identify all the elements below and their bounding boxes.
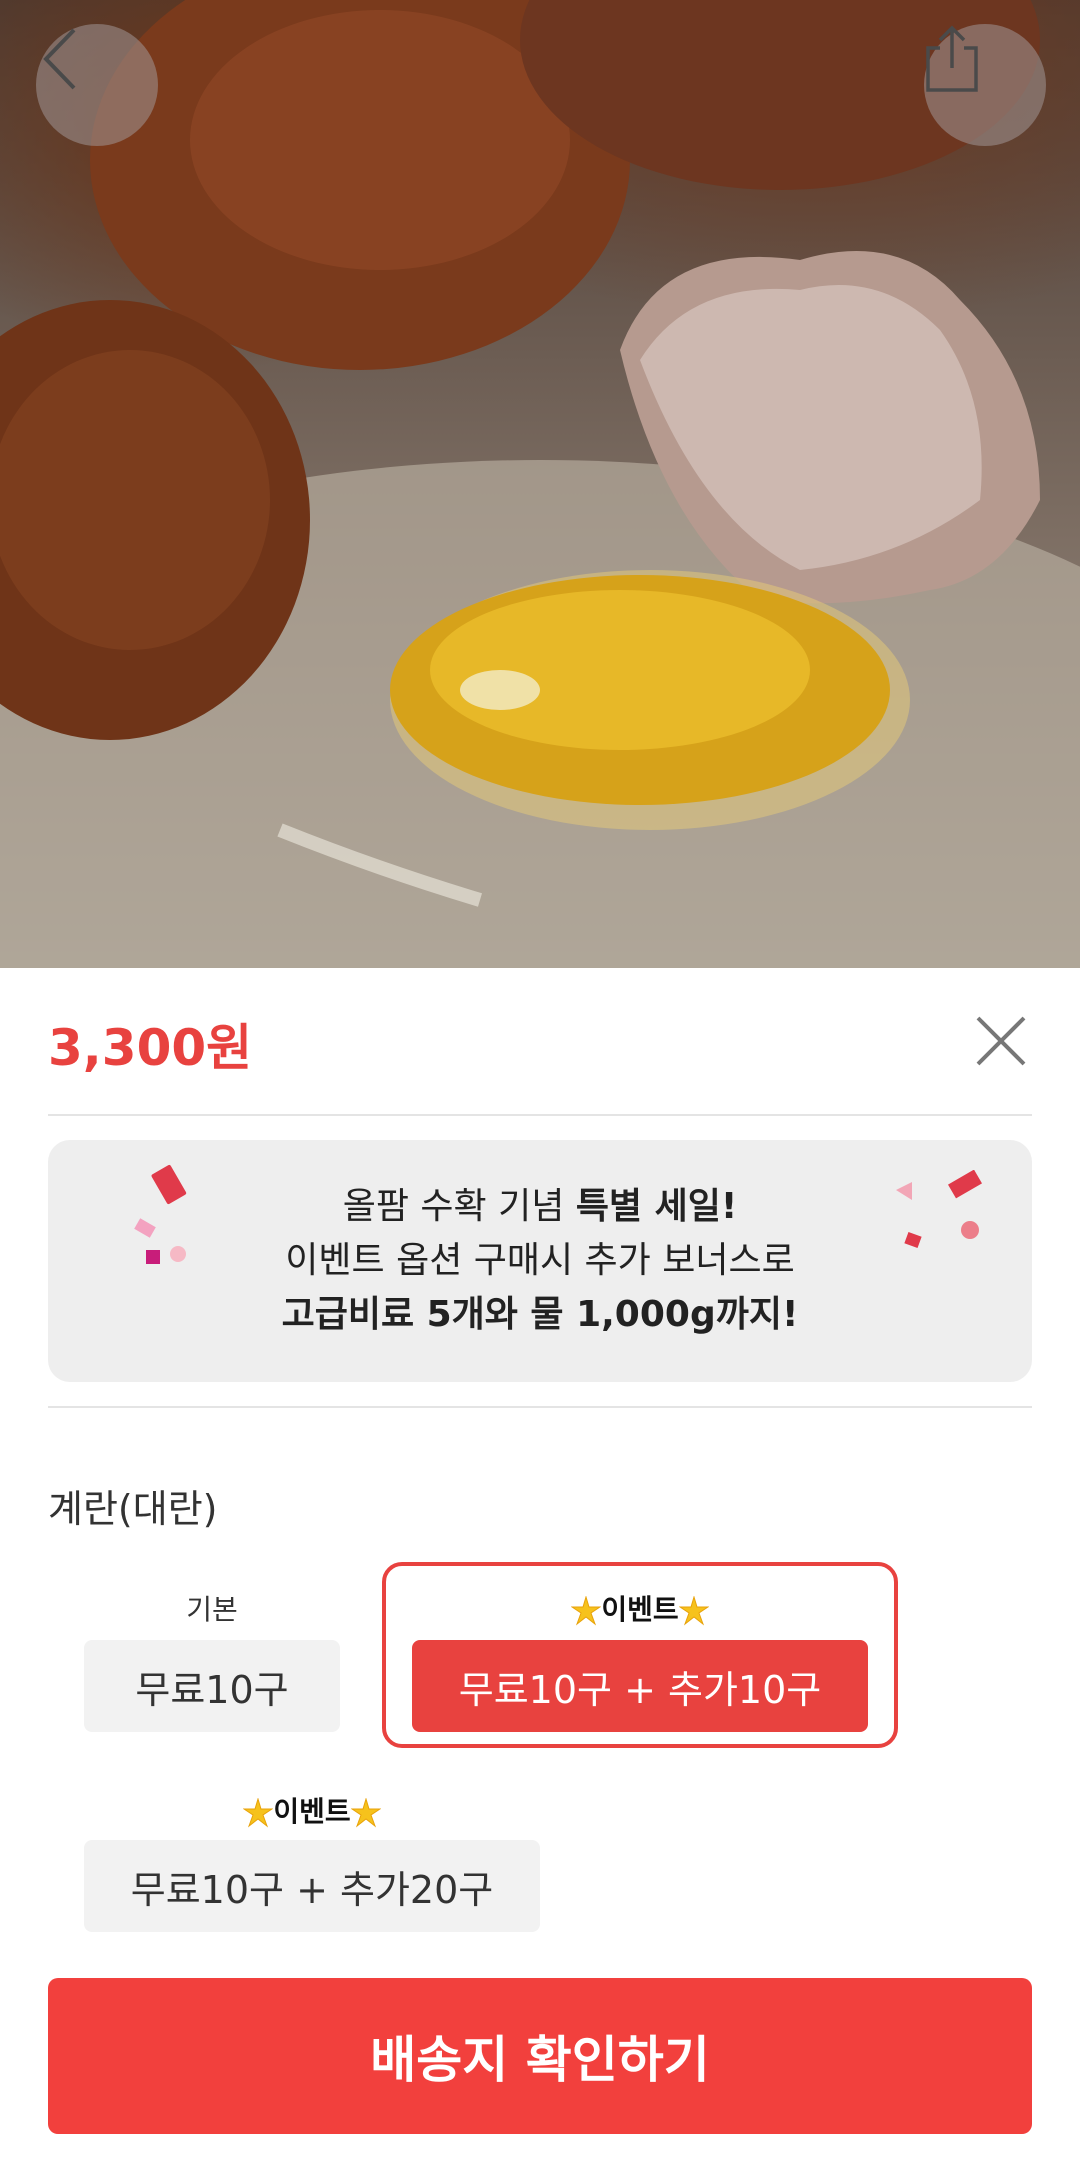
option-basic-button[interactable]: 무료10구 xyxy=(84,1640,340,1732)
divider xyxy=(48,1406,1032,1408)
egg-photo xyxy=(0,0,1080,968)
option-event-10-button[interactable]: 무료10구 + 추가10구 xyxy=(412,1640,868,1732)
option-tag-event: 이벤트 xyxy=(84,1790,540,1830)
sale-banner: 올팜 수확 기념 특별 세일! 이벤트 옵션 구매시 추가 보너스로 고급비료 … xyxy=(48,1140,1032,1382)
banner-line-3: 고급비료 5개와 물 1,000g까지! xyxy=(48,1288,1032,1342)
option-event-20-button[interactable]: 무료10구 + 추가20구 xyxy=(84,1840,540,1932)
banner-line-2: 이벤트 옵션 구매시 추가 보너스로 xyxy=(285,1240,795,1281)
check-address-button[interactable]: 배송지 확인하기 xyxy=(48,1978,1032,2134)
close-button[interactable] xyxy=(972,1012,1030,1070)
banner-line-3-bold: 고급비료 5개와 물 1,000g까지! xyxy=(281,1294,799,1335)
share-button[interactable] xyxy=(924,24,1046,146)
option-tag-basic: 기본 xyxy=(186,1593,238,1626)
share-icon xyxy=(926,25,978,92)
banner-line-1-text: 올팜 수확 기념 xyxy=(342,1186,576,1227)
price-text: 3,300원 xyxy=(48,1019,253,1077)
sparkle-star-icon xyxy=(571,1596,602,1626)
option-tag-event-text: 이벤트 xyxy=(273,1795,351,1828)
close-icon xyxy=(976,1016,1026,1066)
option-tag-event-text: 이벤트 xyxy=(601,1593,679,1626)
sparkle-star-icon xyxy=(678,1596,709,1626)
back-button[interactable] xyxy=(36,24,158,146)
product-image xyxy=(0,0,1080,968)
banner-line-1: 올팜 수확 기념 특별 세일! xyxy=(48,1180,1032,1234)
back-arrow-icon xyxy=(43,28,76,90)
option-group-title: 계란(대란) xyxy=(48,1487,218,1531)
sparkle-star-icon xyxy=(243,1798,274,1828)
option-tag-event: 이벤트 xyxy=(412,1588,868,1628)
divider xyxy=(48,1114,1032,1116)
sparkle-star-icon xyxy=(350,1798,381,1828)
banner-line-1-bold: 특별 세일! xyxy=(575,1186,738,1227)
